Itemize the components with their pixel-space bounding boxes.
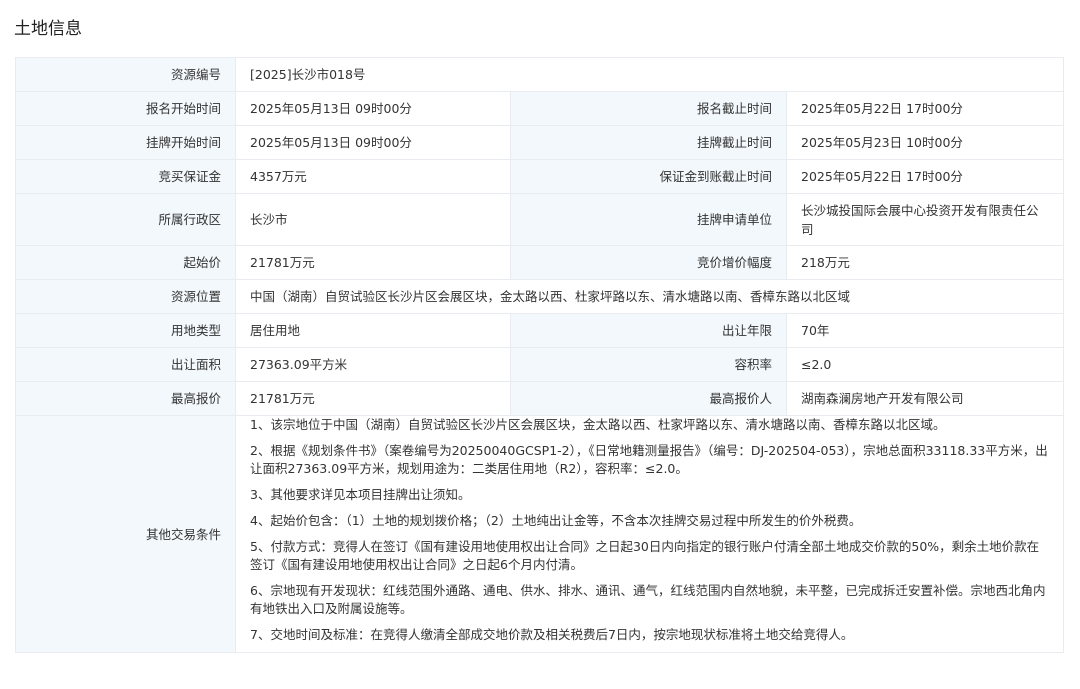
table-row: 出让面积 27363.09平方米 容积率 ≤2.0 bbox=[15, 347, 1065, 382]
field-value: 长沙城投国际会展中心投资开发有限责任公司 bbox=[785, 193, 1065, 246]
field-value: [2025]长沙市018号 bbox=[234, 57, 1065, 92]
condition-item: 2、根据《规划条件书》（案卷编号为20250040GCSP1-2），《日常地籍测… bbox=[250, 443, 1048, 476]
field-label: 保证金到账截止时间 bbox=[510, 159, 787, 194]
table-row-conditions: 其他交易条件 1、该宗地位于中国（湖南）自贸试验区长沙片区会展区块，金太路以西、… bbox=[15, 415, 1065, 653]
field-value: 70年 bbox=[785, 313, 1065, 348]
table-row: 竞买保证金 4357万元 保证金到账截止时间 2025年05月22日 17时00… bbox=[15, 159, 1065, 194]
field-label: 挂牌申请单位 bbox=[510, 193, 787, 246]
field-value: 4357万元 bbox=[235, 159, 511, 194]
field-value: 2025年05月23日 10时00分 bbox=[785, 125, 1065, 160]
field-value: 中国（湖南）自贸试验区长沙片区会展区块，金太路以西、杜家坪路以东、清水塘路以南、… bbox=[234, 279, 1065, 314]
field-value: 27363.09平方米 bbox=[235, 347, 511, 382]
field-value: ≤2.0 bbox=[785, 347, 1065, 382]
field-label: 出让面积 bbox=[15, 347, 236, 382]
field-label: 容积率 bbox=[510, 347, 787, 382]
field-value: 居住用地 bbox=[235, 313, 511, 348]
field-value: 21781万元 bbox=[235, 245, 511, 280]
field-label: 挂牌开始时间 bbox=[15, 125, 236, 160]
field-label: 所属行政区 bbox=[15, 193, 236, 246]
field-value: 2025年05月22日 17时00分 bbox=[785, 159, 1065, 194]
table-row: 最高报价 21781万元 最高报价人 湖南森澜房地产开发有限公司 bbox=[15, 381, 1065, 416]
table-row: 资源编号 [2025]长沙市018号 bbox=[15, 57, 1065, 92]
table-row: 资源位置 中国（湖南）自贸试验区长沙片区会展区块，金太路以西、杜家坪路以东、清水… bbox=[15, 279, 1065, 314]
page-title: 土地信息 bbox=[14, 19, 82, 39]
condition-item: 3、其他要求详见本项目挂牌出让须知。 bbox=[250, 487, 471, 502]
field-label: 最高报价 bbox=[15, 381, 236, 416]
condition-item: 7、交地时间及标准：在竞得人缴清全部成交地价款及相关税费后7日内，按宗地现状标准… bbox=[250, 627, 854, 642]
field-value: 长沙市 bbox=[235, 193, 511, 246]
field-value: 2025年05月13日 09时00分 bbox=[235, 91, 511, 126]
table-row: 用地类型 居住用地 出让年限 70年 bbox=[15, 313, 1065, 348]
field-label: 最高报价人 bbox=[510, 381, 787, 416]
field-label: 挂牌截止时间 bbox=[510, 125, 787, 160]
field-value: 21781万元 bbox=[235, 381, 511, 416]
condition-item: 6、宗地现有开发现状：红线范围外通路、通电、供水、排水、通讯、通气，红线范围内自… bbox=[250, 583, 1046, 616]
field-label: 竞价增价幅度 bbox=[510, 245, 787, 280]
field-label: 报名开始时间 bbox=[15, 91, 236, 126]
field-value: 湖南森澜房地产开发有限公司 bbox=[785, 381, 1065, 416]
field-label: 资源编号 bbox=[15, 57, 236, 92]
table-row: 报名开始时间 2025年05月13日 09时00分 报名截止时间 2025年05… bbox=[15, 91, 1065, 126]
field-label: 起始价 bbox=[15, 245, 236, 280]
field-label: 用地类型 bbox=[15, 313, 236, 348]
table-row: 挂牌开始时间 2025年05月13日 09时00分 挂牌截止时间 2025年05… bbox=[15, 125, 1065, 160]
condition-item: 1、该宗地位于中国（湖南）自贸试验区长沙片区会展区块，金太路以西、杜家坪路以东、… bbox=[250, 417, 946, 432]
land-info-table: 资源编号 [2025]长沙市018号 报名开始时间 2025年05月13日 09… bbox=[15, 57, 1065, 653]
field-label: 其他交易条件 bbox=[15, 415, 236, 653]
conditions-list: 1、该宗地位于中国（湖南）自贸试验区长沙片区会展区块，金太路以西、杜家坪路以东、… bbox=[234, 415, 1065, 653]
field-label: 资源位置 bbox=[15, 279, 236, 314]
table-row: 所属行政区 长沙市 挂牌申请单位 长沙城投国际会展中心投资开发有限责任公司 bbox=[15, 193, 1065, 246]
field-label: 出让年限 bbox=[510, 313, 787, 348]
condition-item: 5、付款方式：竞得人在签订《国有建设用地使用权出让合同》之日起30日内向指定的银… bbox=[250, 539, 1040, 572]
field-label: 报名截止时间 bbox=[510, 91, 787, 126]
field-value: 2025年05月13日 09时00分 bbox=[235, 125, 511, 160]
field-label: 竞买保证金 bbox=[15, 159, 236, 194]
field-value: 2025年05月22日 17时00分 bbox=[785, 91, 1065, 126]
condition-item: 4、起始价包含：（1）土地的规划拨价格；（2）土地纯出让金等，不含本次挂牌交易过… bbox=[250, 513, 862, 528]
field-value: 218万元 bbox=[785, 245, 1065, 280]
table-row: 起始价 21781万元 竞价增价幅度 218万元 bbox=[15, 245, 1065, 280]
